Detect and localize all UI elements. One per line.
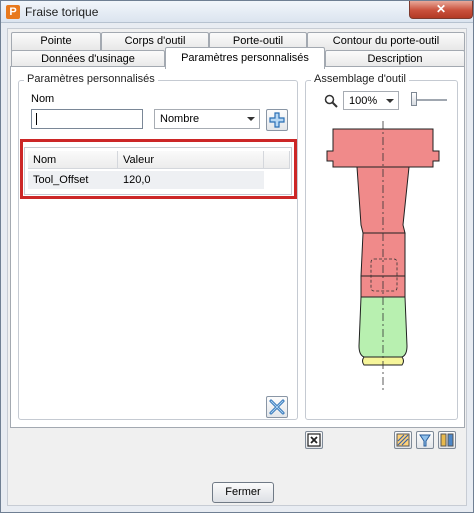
tab-parametres-personnalises[interactable]: Paramètres personnalisés [165, 47, 325, 69]
zoom-select-value: 100% [349, 95, 378, 107]
tool-preview[interactable] [315, 121, 453, 391]
type-select-value: Nombre [160, 113, 200, 125]
tab-pointe[interactable]: Pointe [11, 32, 101, 51]
tab-contour-porte-outil[interactable]: Contour du porte-outil [307, 32, 465, 51]
table-header-valeur[interactable]: Valeur [118, 151, 264, 169]
table-header-nom[interactable]: Nom [28, 151, 118, 169]
view-assembly-button[interactable] [438, 431, 456, 449]
name-input[interactable] [31, 109, 143, 129]
view-tool-button[interactable] [416, 431, 434, 449]
table-cell-name[interactable]: Tool_Offset [28, 171, 118, 189]
fit-view-icon [307, 433, 321, 447]
delete-params-button[interactable] [266, 396, 288, 418]
table-cell-value[interactable]: 120,0 [118, 171, 264, 189]
custom-params-group [18, 80, 298, 420]
chevron-down-icon [386, 99, 394, 103]
table-header-filler [264, 151, 290, 169]
view-holder-icon [396, 433, 410, 447]
tool-assembly-group-title: Assemblage d'outil [311, 73, 409, 85]
view-tool-icon [419, 434, 431, 447]
window-title: Fraise torique [25, 5, 99, 19]
dialog-window: P Fraise torique ✕ Pointe Corps d'outil … [0, 0, 474, 513]
params-table: Nom Valeur Tool_Offset 120,0 [24, 147, 292, 195]
type-select[interactable]: Nombre [154, 109, 260, 129]
add-parameter-button[interactable] [266, 109, 288, 131]
fit-view-button[interactable] [305, 431, 323, 449]
magnifier-icon [324, 94, 338, 108]
close-window-button[interactable]: ✕ [409, 1, 473, 19]
chevron-down-icon [247, 117, 255, 121]
tool-assembly-drawing [326, 121, 440, 391]
view-holder-button[interactable] [394, 431, 412, 449]
plus-icon [269, 112, 285, 128]
delete-params-icon [269, 399, 285, 415]
app-icon: P [6, 5, 20, 19]
custom-params-group-title: Paramètres personnalisés [24, 73, 158, 85]
name-label: Nom [31, 93, 55, 105]
zoom-select[interactable]: 100% [343, 91, 399, 110]
zoom-slider-thumb[interactable] [411, 92, 417, 106]
title-bar[interactable]: P Fraise torique ✕ [1, 1, 473, 23]
text-caret [36, 113, 37, 125]
view-assembly-icon [440, 433, 454, 447]
close-dialog-button[interactable]: Fermer [212, 482, 274, 503]
